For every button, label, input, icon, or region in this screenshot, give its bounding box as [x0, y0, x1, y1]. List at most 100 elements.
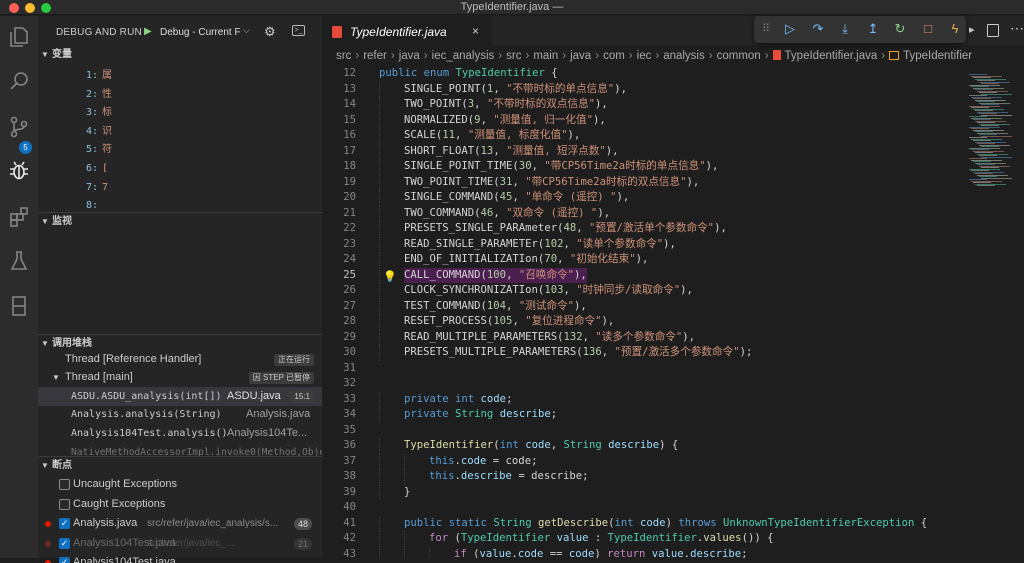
- breadcrumb-item[interactable]: TypeIdentifier: [903, 50, 972, 62]
- search-button[interactable]: [7, 69, 31, 93]
- variable-row[interactable]: 4: 识: [38, 122, 322, 141]
- code-line[interactable]: 40: [322, 500, 962, 516]
- stack-frame-row[interactable]: ASDU.ASDU_analysis(int[]) ASDU.java 15:1: [38, 387, 322, 406]
- variable-row[interactable]: 2: 性: [38, 85, 322, 104]
- code-line[interactable]: 21 TWO_COMMAND(46, "双命令 (遥控) "),: [322, 205, 962, 221]
- drag-handle-icon[interactable]: ⠿: [758, 21, 774, 37]
- chevron-down-icon[interactable]: ⌵: [243, 25, 250, 36]
- code-line[interactable]: 27 TEST_COMMAND(104, "测试命令"),: [322, 298, 962, 314]
- variable-row[interactable]: 1: 属: [38, 66, 322, 85]
- code-line[interactable]: 20 SINGLE_COMMAND(45, "单命令 (遥控) "),: [322, 190, 962, 206]
- restart-icon[interactable]: ↻: [892, 21, 908, 37]
- thread-row[interactable]: Thread [Reference Handler] 正在运行: [38, 350, 322, 369]
- code-line[interactable]: 28 RESET_PROCESS(105, "复位进程命令"),: [322, 314, 962, 330]
- breakpoint-checkbox[interactable]: [59, 498, 70, 510]
- minimap[interactable]: [967, 66, 1024, 558]
- code-line[interactable]: 18 SINGLE_POINT_TIME(30, "带CP56Time2a时标的单…: [322, 159, 962, 175]
- code-line[interactable]: 34 private String describe;: [322, 407, 962, 423]
- breadcrumb-item[interactable]: src: [336, 50, 351, 62]
- code-line[interactable]: 41 public static String getDescribe(int c…: [322, 515, 962, 531]
- code-line[interactable]: 30 PRESETS_MULTIPLE_PARAMETERS(136, "预置/激…: [322, 345, 962, 361]
- code-line[interactable]: 42 for (TypeIdentifier value : TypeIdenti…: [322, 531, 962, 547]
- breadcrumb-item[interactable]: com: [603, 50, 625, 62]
- continue-icon[interactable]: ▷: [782, 21, 798, 37]
- code-line[interactable]: 25 CALL_COMMAND(100, "召唤命令"), 💡: [322, 267, 962, 285]
- breakpoints-section-header[interactable]: ▼ 断点: [38, 456, 322, 474]
- testing-button[interactable]: [7, 249, 31, 273]
- tab-typeidentifier[interactable]: TypeIdentifier.java ×: [322, 16, 492, 46]
- close-tab-icon[interactable]: ×: [472, 24, 479, 38]
- stack-frame-row[interactable]: Analysis104Test.analysis() Analysis104Te.…: [38, 424, 322, 443]
- launch-config-select[interactable]: Debug - Current F: [158, 25, 254, 40]
- breadcrumb-item[interactable]: iec_analysis: [432, 50, 495, 62]
- breakpoint-checkbox[interactable]: [59, 479, 70, 490]
- variables-section-header[interactable]: ▼ 变量: [38, 46, 322, 64]
- breadcrumb-item[interactable]: refer: [363, 50, 387, 62]
- code-line[interactable]: 26 CLOCK_SYNCHRONIZATIon(103, "时钟同步/读取命令"…: [322, 283, 962, 299]
- code-line[interactable]: 19 TWO_POINT_TIME(31, "带CP56Time2a时标的双点信息…: [322, 174, 962, 190]
- explorer-button[interactable]: [7, 25, 31, 49]
- stack-frame-row[interactable]: Analysis.analysis(String) Analysis.java: [38, 405, 322, 424]
- breadcrumb-item[interactable]: src: [506, 50, 521, 62]
- more-actions-icon[interactable]: ⋯: [1010, 20, 1024, 37]
- step-out-icon[interactable]: ↥: [865, 21, 881, 37]
- code-line[interactable]: 13 SINGLE_POINT(1, "不带时标的单点信息"),: [322, 81, 962, 97]
- code-line[interactable]: 12 public enum TypeIdentifier {: [322, 66, 962, 82]
- breadcrumb-item[interactable]: java: [570, 50, 591, 62]
- code-line[interactable]: 33 private int code;: [322, 391, 962, 407]
- lightbulb-icon[interactable]: 💡: [383, 269, 397, 285]
- indent-guide: [379, 515, 380, 531]
- extensions-button[interactable]: [7, 205, 31, 229]
- breadcrumb-item[interactable]: analysis: [663, 50, 705, 62]
- code-line[interactable]: 29 READ_MULTIPLE_PARAMETERS(132, "读多个参数命令…: [322, 329, 962, 345]
- breakpoint-checkbox[interactable]: ✓: [59, 518, 70, 529]
- breakpoint-row[interactable]: ✓ Analysis104Test.java: [38, 553, 322, 563]
- variable-row[interactable]: 6:[: [38, 159, 322, 178]
- code-line[interactable]: 16 SCALE(11, "测量值, 标度化值"),: [322, 128, 962, 144]
- breakpoint-row[interactable]: Caught Exceptions: [38, 495, 322, 514]
- code-line[interactable]: 32: [322, 376, 962, 392]
- variable-row[interactable]: 5: 符: [38, 140, 322, 159]
- code-line[interactable]: 22 PRESETS_SINGLE_PARAmeter(48, "预置/激活单个参…: [322, 221, 962, 237]
- breakpoint-row[interactable]: ✓ Analysis.java src/refer/java/iec_analysi…: [38, 514, 322, 533]
- code-line[interactable]: 23 READ_SINGLE_PARAMETEr(102, "读单个参数命令"),: [322, 236, 962, 252]
- chevron-right-icon[interactable]: ▸: [969, 23, 975, 36]
- code-line[interactable]: 37 this.code = code;: [322, 453, 962, 469]
- breadcrumb-item[interactable]: main: [533, 50, 558, 62]
- code-line[interactable]: 39}: [322, 484, 962, 500]
- breadcrumb-item[interactable]: common: [717, 50, 761, 62]
- code-line[interactable]: 14 TWO_POINT(3, "不带时标的双点信息"),: [322, 97, 962, 113]
- watch-section-header[interactable]: ▼ 监视: [38, 212, 322, 230]
- code-line[interactable]: 43 if (value.code == code) return value.d…: [322, 546, 962, 558]
- variable-row[interactable]: 7: 7: [38, 178, 322, 197]
- code-line[interactable]: 36 TypeIdentifier(int code, String descri…: [322, 438, 962, 454]
- code-line[interactable]: 24 END_OF_INITIALIZATIon(70, "初始化结束"),: [322, 252, 962, 268]
- breakpoint-row[interactable]: ✓ Analysis104Test.java src/refer/java/iec_…: [38, 534, 322, 553]
- code-line[interactable]: 35: [322, 423, 962, 439]
- code-line[interactable]: 31: [322, 361, 962, 377]
- code-line[interactable]: 38 this.describe = describe;: [322, 469, 962, 485]
- code-line[interactable]: 15 NORMALIZED(9, "测量值, 归一化值"),: [322, 112, 962, 128]
- start-debugging-icon[interactable]: ▶: [144, 26, 152, 37]
- code-line[interactable]: 17 SHORT_FLOAT(13, "测量值, 短浮点数"),: [322, 143, 962, 159]
- stop-icon[interactable]: □: [920, 21, 936, 37]
- split-editor-icon[interactable]: [987, 24, 999, 37]
- gear-icon[interactable]: ⚙: [264, 24, 276, 40]
- chevron-down-icon[interactable]: ▼: [52, 368, 60, 387]
- thread-row[interactable]: ▼ Thread [main] 因 STEP 已暂停: [38, 368, 322, 387]
- breakpoint-checkbox[interactable]: ✓: [59, 537, 70, 549]
- code-token: SINGLE_POINT(: [404, 82, 487, 95]
- breadcrumb-item[interactable]: TypeIdentifier.java: [785, 50, 878, 62]
- breakpoint-row[interactable]: Uncaught Exceptions: [38, 475, 322, 494]
- debug-console-icon[interactable]: >_: [292, 25, 305, 36]
- breadcrumb-item[interactable]: java: [399, 50, 420, 62]
- breadcrumb-item[interactable]: iec: [637, 50, 652, 62]
- source-control-button[interactable]: [7, 115, 31, 139]
- step-into-icon[interactable]: ⤓: [837, 21, 853, 37]
- variable-row[interactable]: 3: 标: [38, 103, 322, 122]
- run-debug-button[interactable]: [7, 159, 31, 183]
- book-button[interactable]: [7, 294, 31, 318]
- step-over-icon[interactable]: ↷: [810, 21, 826, 37]
- code-view[interactable]: 12 public enum TypeIdentifier {13 SINGLE_P…: [322, 66, 962, 558]
- hot-code-replace-icon[interactable]: ϟ: [947, 21, 963, 37]
